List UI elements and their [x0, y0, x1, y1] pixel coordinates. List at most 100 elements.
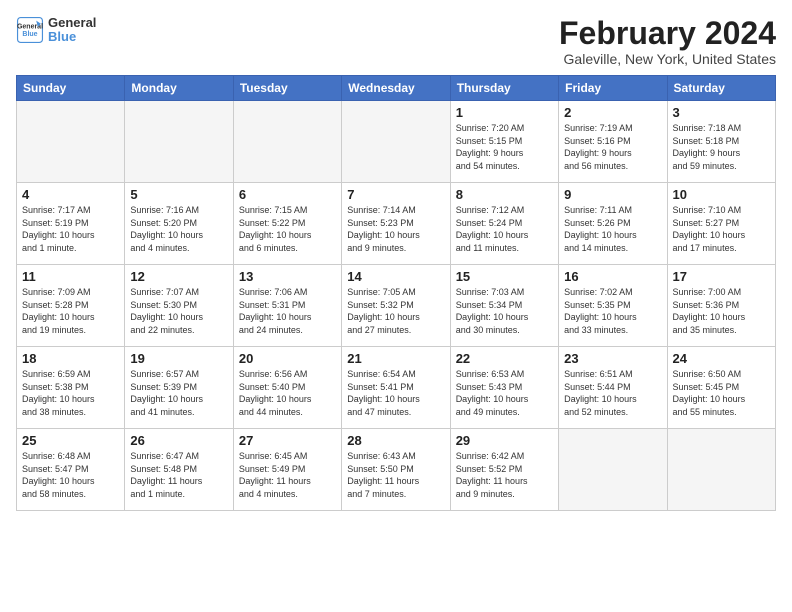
day-info: Sunrise: 6:54 AM Sunset: 5:41 PM Dayligh… [347, 368, 444, 418]
day-info: Sunrise: 6:56 AM Sunset: 5:40 PM Dayligh… [239, 368, 336, 418]
calendar-title: February 2024 [559, 16, 776, 51]
logo-line2: Blue [48, 30, 96, 44]
day-cell: 24Sunrise: 6:50 AM Sunset: 5:45 PM Dayli… [667, 347, 775, 429]
day-number: 4 [22, 187, 119, 202]
page: General Blue General Blue February 2024 … [0, 0, 792, 612]
day-cell: 23 Sunrise: 6:51 AM Sunset: 5:44 PM Dayli… [559, 347, 667, 429]
day-cell: 2Sunrise: 7:19 AM Sunset: 5:16 PM Daylig… [559, 101, 667, 183]
day-cell [233, 101, 341, 183]
week-row-3: 11 Sunrise: 7:09 AM Sunset: 5:28 PM Dayli… [17, 265, 776, 347]
day-number: 23 [564, 351, 661, 366]
week-row-1: 1Sunrise: 7:20 AM Sunset: 5:15 PM Daylig… [17, 101, 776, 183]
col-sunday: Sunday [17, 76, 125, 101]
day-info: Sunrise: 7:11 AM Sunset: 5:26 PM Dayligh… [564, 204, 661, 254]
day-cell: 15Sunrise: 7:03 AM Sunset: 5:34 PM Dayli… [450, 265, 558, 347]
day-info: Sunrise: 7:15 AM Sunset: 5:22 PM Dayligh… [239, 204, 336, 254]
calendar-table: Sunday Monday Tuesday Wednesday Thursday… [16, 75, 776, 511]
day-info: Sunrise: 6:47 AM Sunset: 5:48 PM Dayligh… [130, 450, 227, 500]
day-number: 16 [564, 269, 661, 284]
week-row-2: 4 Sunrise: 7:17 AM Sunset: 5:19 PM Daylig… [17, 183, 776, 265]
day-number: 22 [456, 351, 553, 366]
day-cell: 19Sunrise: 6:57 AM Sunset: 5:39 PM Dayli… [125, 347, 233, 429]
col-tuesday: Tuesday [233, 76, 341, 101]
day-cell: 13 Sunrise: 7:06 AM Sunset: 5:31 PM Dayli… [233, 265, 341, 347]
day-cell: 17Sunrise: 7:00 AM Sunset: 5:36 PM Dayli… [667, 265, 775, 347]
day-cell: 26 Sunrise: 6:47 AM Sunset: 5:48 PM Dayli… [125, 429, 233, 511]
header-row: Sunday Monday Tuesday Wednesday Thursday… [17, 76, 776, 101]
day-info: Sunrise: 6:53 AM Sunset: 5:43 PM Dayligh… [456, 368, 553, 418]
logo-text: General Blue [48, 16, 96, 45]
header: General Blue General Blue February 2024 … [16, 16, 776, 67]
day-number: 29 [456, 433, 553, 448]
day-info: Sunrise: 7:09 AM Sunset: 5:28 PM Dayligh… [22, 286, 119, 336]
day-info: Sunrise: 7:02 AM Sunset: 5:35 PM Dayligh… [564, 286, 661, 336]
day-info: Sunrise: 7:05 AM Sunset: 5:32 PM Dayligh… [347, 286, 444, 336]
day-info: Sunrise: 7:20 AM Sunset: 5:15 PM Dayligh… [456, 122, 553, 172]
day-cell: 20 Sunrise: 6:56 AM Sunset: 5:40 PM Dayli… [233, 347, 341, 429]
day-info: Sunrise: 7:18 AM Sunset: 5:18 PM Dayligh… [673, 122, 770, 172]
day-cell: 10Sunrise: 7:10 AM Sunset: 5:27 PM Dayli… [667, 183, 775, 265]
col-saturday: Saturday [667, 76, 775, 101]
day-cell [667, 429, 775, 511]
day-cell: 29 Sunrise: 6:42 AM Sunset: 5:52 PM Dayli… [450, 429, 558, 511]
col-wednesday: Wednesday [342, 76, 450, 101]
day-info: Sunrise: 6:48 AM Sunset: 5:47 PM Dayligh… [22, 450, 119, 500]
day-cell [125, 101, 233, 183]
day-cell: 12 Sunrise: 7:07 AM Sunset: 5:30 PM Dayli… [125, 265, 233, 347]
day-cell: 14 Sunrise: 7:05 AM Sunset: 5:32 PM Dayli… [342, 265, 450, 347]
day-number: 25 [22, 433, 119, 448]
day-number: 28 [347, 433, 444, 448]
day-number: 21 [347, 351, 444, 366]
day-cell [17, 101, 125, 183]
day-number: 8 [456, 187, 553, 202]
calendar-subtitle: Galeville, New York, United States [559, 51, 776, 67]
day-info: Sunrise: 7:17 AM Sunset: 5:19 PM Dayligh… [22, 204, 119, 254]
day-number: 24 [673, 351, 770, 366]
logo-line1: General [48, 16, 96, 30]
day-info: Sunrise: 6:42 AM Sunset: 5:52 PM Dayligh… [456, 450, 553, 500]
day-cell: 27 Sunrise: 6:45 AM Sunset: 5:49 PM Dayli… [233, 429, 341, 511]
day-cell: 22 Sunrise: 6:53 AM Sunset: 5:43 PM Dayli… [450, 347, 558, 429]
col-monday: Monday [125, 76, 233, 101]
title-block: February 2024 Galeville, New York, Unite… [559, 16, 776, 67]
day-info: Sunrise: 6:45 AM Sunset: 5:49 PM Dayligh… [239, 450, 336, 500]
day-info: Sunrise: 6:51 AM Sunset: 5:44 PM Dayligh… [564, 368, 661, 418]
svg-text:Blue: Blue [22, 32, 37, 39]
day-info: Sunrise: 7:16 AM Sunset: 5:20 PM Dayligh… [130, 204, 227, 254]
day-cell: 4 Sunrise: 7:17 AM Sunset: 5:19 PM Daylig… [17, 183, 125, 265]
day-number: 14 [347, 269, 444, 284]
day-cell: 28 Sunrise: 6:43 AM Sunset: 5:50 PM Dayli… [342, 429, 450, 511]
day-number: 11 [22, 269, 119, 284]
day-info: Sunrise: 6:57 AM Sunset: 5:39 PM Dayligh… [130, 368, 227, 418]
col-friday: Friday [559, 76, 667, 101]
day-cell: 8Sunrise: 7:12 AM Sunset: 5:24 PM Daylig… [450, 183, 558, 265]
day-info: Sunrise: 6:43 AM Sunset: 5:50 PM Dayligh… [347, 450, 444, 500]
day-cell [559, 429, 667, 511]
day-cell: 6 Sunrise: 7:15 AM Sunset: 5:22 PM Daylig… [233, 183, 341, 265]
day-info: Sunrise: 7:07 AM Sunset: 5:30 PM Dayligh… [130, 286, 227, 336]
day-info: Sunrise: 7:06 AM Sunset: 5:31 PM Dayligh… [239, 286, 336, 336]
day-cell: 9 Sunrise: 7:11 AM Sunset: 5:26 PM Daylig… [559, 183, 667, 265]
day-number: 27 [239, 433, 336, 448]
week-row-4: 18Sunrise: 6:59 AM Sunset: 5:38 PM Dayli… [17, 347, 776, 429]
col-thursday: Thursday [450, 76, 558, 101]
day-number: 17 [673, 269, 770, 284]
day-cell: 5 Sunrise: 7:16 AM Sunset: 5:20 PM Daylig… [125, 183, 233, 265]
day-number: 5 [130, 187, 227, 202]
day-cell: 18Sunrise: 6:59 AM Sunset: 5:38 PM Dayli… [17, 347, 125, 429]
day-number: 13 [239, 269, 336, 284]
day-number: 6 [239, 187, 336, 202]
day-number: 20 [239, 351, 336, 366]
day-number: 9 [564, 187, 661, 202]
day-number: 26 [130, 433, 227, 448]
week-row-5: 25 Sunrise: 6:48 AM Sunset: 5:47 PM Dayli… [17, 429, 776, 511]
day-cell: 25 Sunrise: 6:48 AM Sunset: 5:47 PM Dayli… [17, 429, 125, 511]
day-number: 7 [347, 187, 444, 202]
day-number: 15 [456, 269, 553, 284]
logo-icon: General Blue [16, 16, 44, 44]
day-info: Sunrise: 6:59 AM Sunset: 5:38 PM Dayligh… [22, 368, 119, 418]
day-cell: 11 Sunrise: 7:09 AM Sunset: 5:28 PM Dayli… [17, 265, 125, 347]
day-cell: 1Sunrise: 7:20 AM Sunset: 5:15 PM Daylig… [450, 101, 558, 183]
day-number: 12 [130, 269, 227, 284]
day-cell: 3Sunrise: 7:18 AM Sunset: 5:18 PM Daylig… [667, 101, 775, 183]
